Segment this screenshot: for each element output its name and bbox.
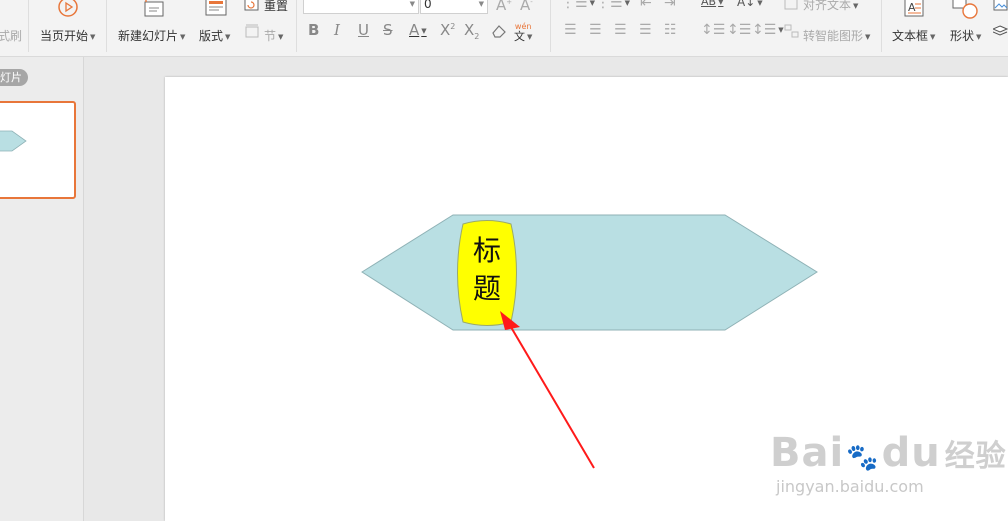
paw-icon: 🐾 bbox=[846, 443, 880, 473]
hexagon-shape[interactable] bbox=[361, 214, 818, 331]
title-text[interactable]: 标 题 bbox=[458, 232, 516, 308]
title-char-2: 题 bbox=[472, 272, 501, 305]
title-char-1: 标 bbox=[472, 234, 501, 267]
red-arrow-line bbox=[507, 321, 595, 469]
baidu-watermark: Bai🐾du 经验 bbox=[770, 430, 1007, 476]
watermark-url: jingyan.baidu.com bbox=[776, 477, 924, 496]
